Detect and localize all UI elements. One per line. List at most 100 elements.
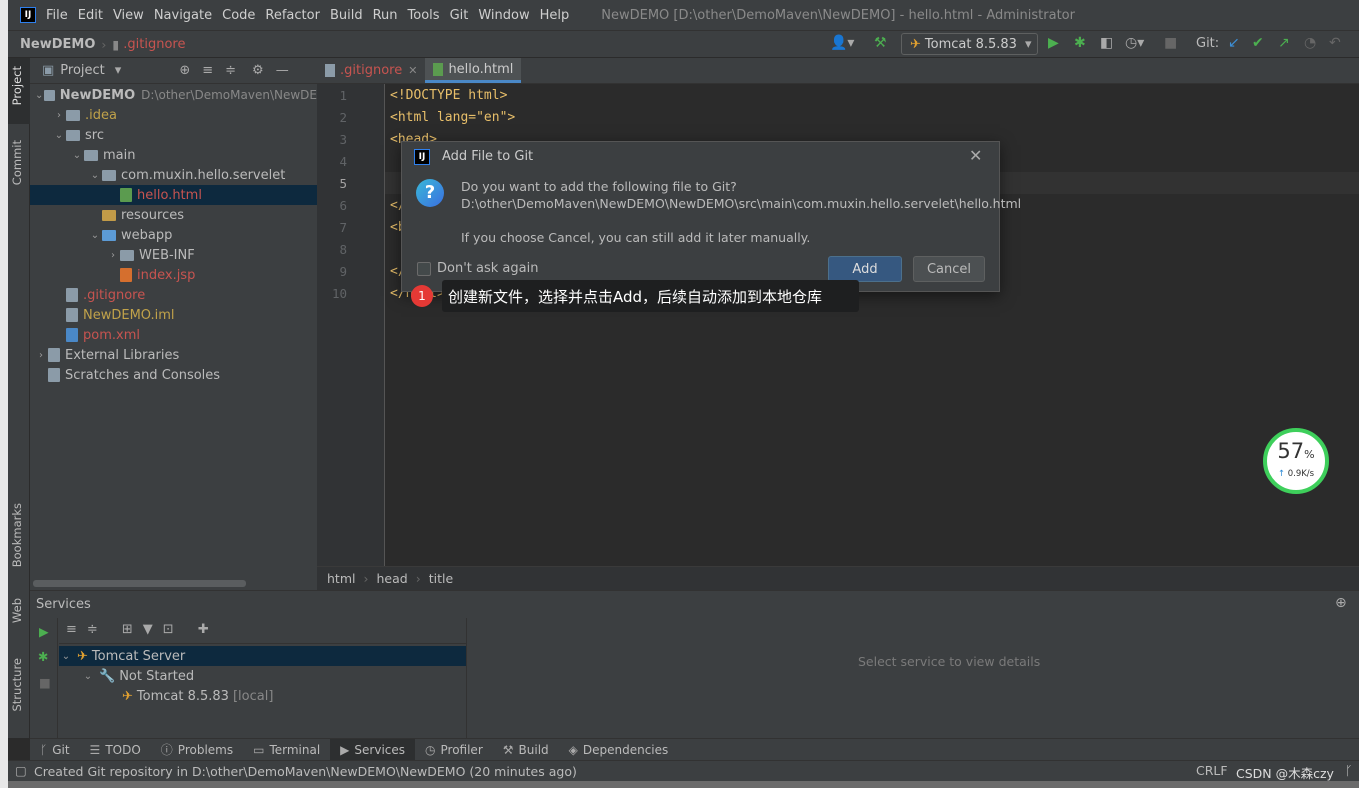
menu-navigate[interactable]: Navigate (154, 8, 212, 23)
menu-refactor[interactable]: Refactor (265, 8, 320, 23)
debug-icon[interactable]: ✱ (38, 649, 48, 664)
run-icon[interactable]: ▶ (39, 624, 49, 639)
tree-item[interactable]: › WEB-INF (30, 245, 317, 265)
settings-gear-icon[interactable]: ⚙ (252, 63, 264, 78)
project-view-select[interactable]: Project (60, 63, 104, 78)
service-row-tomcat-instance[interactable]: ✈ Tomcat 8.5.83 [local] (122, 686, 273, 706)
git-commit-icon[interactable]: ✔ (1252, 35, 1264, 51)
close-tab-icon[interactable]: ✕ (408, 64, 417, 77)
line-separator[interactable]: CRLF (1196, 763, 1228, 778)
tree-item[interactable]: ⌄ main (30, 145, 317, 165)
tree-item[interactable]: index.jsp (30, 265, 317, 285)
dont-ask-again-checkbox[interactable] (417, 262, 431, 276)
menu-tools[interactable]: Tools (408, 8, 440, 23)
line-number: 2 (339, 110, 347, 125)
chevron-down-icon[interactable]: ⌄ (88, 230, 102, 241)
bottom-tab-profiler[interactable]: ◷ Profiler (415, 739, 493, 761)
tree-item[interactable]: ⌄ webapp (30, 225, 317, 245)
chevron-down-icon[interactable]: ⌄ (70, 150, 84, 161)
chevron-right-icon[interactable]: › (34, 350, 48, 361)
breadcrumb-file[interactable]: .gitignore (123, 37, 185, 52)
services-toolbar[interactable]: ≡≑ ⊞▼⊡ ✚ (66, 622, 219, 637)
chevron-right-icon[interactable]: › (52, 110, 66, 121)
stop-icon[interactable]: ■ (39, 675, 51, 690)
breadcrumb-separator: › (363, 571, 369, 586)
expand-all-icon[interactable]: ≡ (202, 63, 213, 78)
chevron-down-icon[interactable]: ⌄ (52, 130, 66, 141)
tree-item-label: src (85, 127, 104, 143)
tool-tab-commit[interactable]: Commit (10, 140, 24, 185)
chevron-right-icon[interactable]: › (106, 250, 120, 261)
menu-help[interactable]: Help (540, 8, 570, 23)
collapse-all-icon[interactable]: ≑ (225, 63, 236, 78)
menu-run[interactable]: Run (373, 8, 398, 23)
locate-icon[interactable]: ⊕ (179, 63, 190, 78)
tool-tab-bookmarks[interactable]: Bookmarks (10, 503, 24, 567)
git-push-icon[interactable]: ↗ (1278, 35, 1290, 51)
tree-item[interactable]: pom.xml (30, 325, 317, 345)
git-branch-icon[interactable]: ᚴ (1345, 763, 1353, 778)
services-settings-icon[interactable]: ⊕ (1335, 595, 1347, 611)
coverage-icon[interactable]: ◧ (1100, 35, 1113, 51)
tool-tab-structure[interactable]: Structure (10, 658, 24, 712)
problems-icon: ⓘ (160, 743, 173, 757)
run-configuration-select[interactable]: ✈ Tomcat 8.5.83 ▾ (901, 33, 1038, 55)
menu-view[interactable]: View (113, 8, 144, 23)
tree-item[interactable]: ⌄ com.muxin.hello.servelet (30, 165, 317, 185)
bottom-tab-git[interactable]: ᚴ Git (30, 739, 80, 761)
editor-tab[interactable]: hello.html (425, 58, 522, 83)
chevron-down-icon[interactable]: ⌄ (34, 90, 44, 101)
history-icon[interactable]: ◔ (1304, 35, 1316, 51)
debug-icon[interactable]: ✱ (1074, 35, 1086, 51)
bottom-tab-problems[interactable]: ⓘ Problems (151, 739, 243, 761)
tree-item[interactable]: › .idea (30, 105, 317, 125)
line-number: 3 (339, 132, 347, 147)
bottom-tab-services[interactable]: ▶ Services (330, 738, 416, 761)
status-message[interactable]: Created Git repository in D:\other\DemoM… (34, 764, 577, 779)
code-line[interactable]: <html lang="en"> (390, 110, 515, 125)
menu-git[interactable]: Git (450, 8, 469, 23)
cancel-button[interactable]: Cancel (913, 256, 985, 282)
chevron-down-icon[interactable]: ⌄ (88, 170, 102, 181)
git-update-icon[interactable]: ↙ (1228, 35, 1240, 51)
tool-tab-web[interactable]: Web (10, 598, 24, 623)
breadcrumb-item[interactable]: html (327, 571, 355, 586)
service-row-tomcat-server[interactable]: ⌄ ✈ Tomcat Server (59, 646, 466, 666)
close-icon[interactable]: ✕ (969, 146, 982, 165)
hide-icon[interactable]: — (276, 63, 289, 78)
tree-item[interactable]: resources (30, 205, 317, 225)
code-line[interactable]: <!DOCTYPE html> (390, 88, 507, 103)
menu-code[interactable]: Code (222, 8, 255, 23)
tree-item[interactable]: › External Libraries (30, 345, 317, 365)
breadcrumb-project[interactable]: NewDEMO (20, 37, 95, 52)
bottom-tab-dependencies[interactable]: ◈ Dependencies (559, 739, 679, 761)
tree-item[interactable]: NewDEMO.iml (30, 305, 317, 325)
user-icon[interactable]: 👤▾ (830, 35, 854, 51)
toggle-tool-windows-icon[interactable]: ▢ (15, 763, 27, 778)
breadcrumb-item[interactable]: head (376, 571, 407, 586)
tool-tab-project[interactable]: Project (10, 66, 24, 105)
service-row-not-started[interactable]: ⌄ 🔧 Not Started (81, 666, 194, 686)
profile-icon[interactable]: ◷▾ (1125, 35, 1144, 51)
menu-build[interactable]: Build (330, 8, 363, 23)
bottom-tab-todo[interactable]: ☰ TODO (80, 739, 151, 761)
horizontal-scrollbar[interactable] (33, 580, 246, 587)
rollback-icon[interactable]: ↶ (1329, 35, 1341, 51)
bottom-tab-terminal[interactable]: ▭ Terminal (243, 739, 330, 761)
tree-item[interactable]: .gitignore (30, 285, 317, 305)
add-button[interactable]: Add (828, 256, 902, 282)
tree-item[interactable]: ⌄ NewDEMO D:\other\DemoMaven\NewDE (30, 85, 317, 105)
stop-icon[interactable]: ■ (1164, 35, 1177, 51)
run-icon[interactable]: ▶ (1048, 35, 1059, 51)
menu-edit[interactable]: Edit (78, 8, 103, 23)
breadcrumb-item[interactable]: title (429, 571, 453, 586)
menu-window[interactable]: Window (478, 8, 529, 23)
tree-item[interactable]: Scratches and Consoles (30, 365, 317, 385)
editor-tab[interactable]: .gitignore ✕ (317, 58, 425, 83)
bottom-tab-build[interactable]: ⚒ Build (493, 739, 559, 761)
tree-item[interactable]: hello.html (30, 185, 317, 205)
editor-breadcrumbs: html › head › title (317, 566, 1359, 590)
tree-item[interactable]: ⌄ src (30, 125, 317, 145)
menu-file[interactable]: File (46, 8, 68, 23)
build-hammer-icon[interactable]: ⚒ (874, 35, 887, 51)
